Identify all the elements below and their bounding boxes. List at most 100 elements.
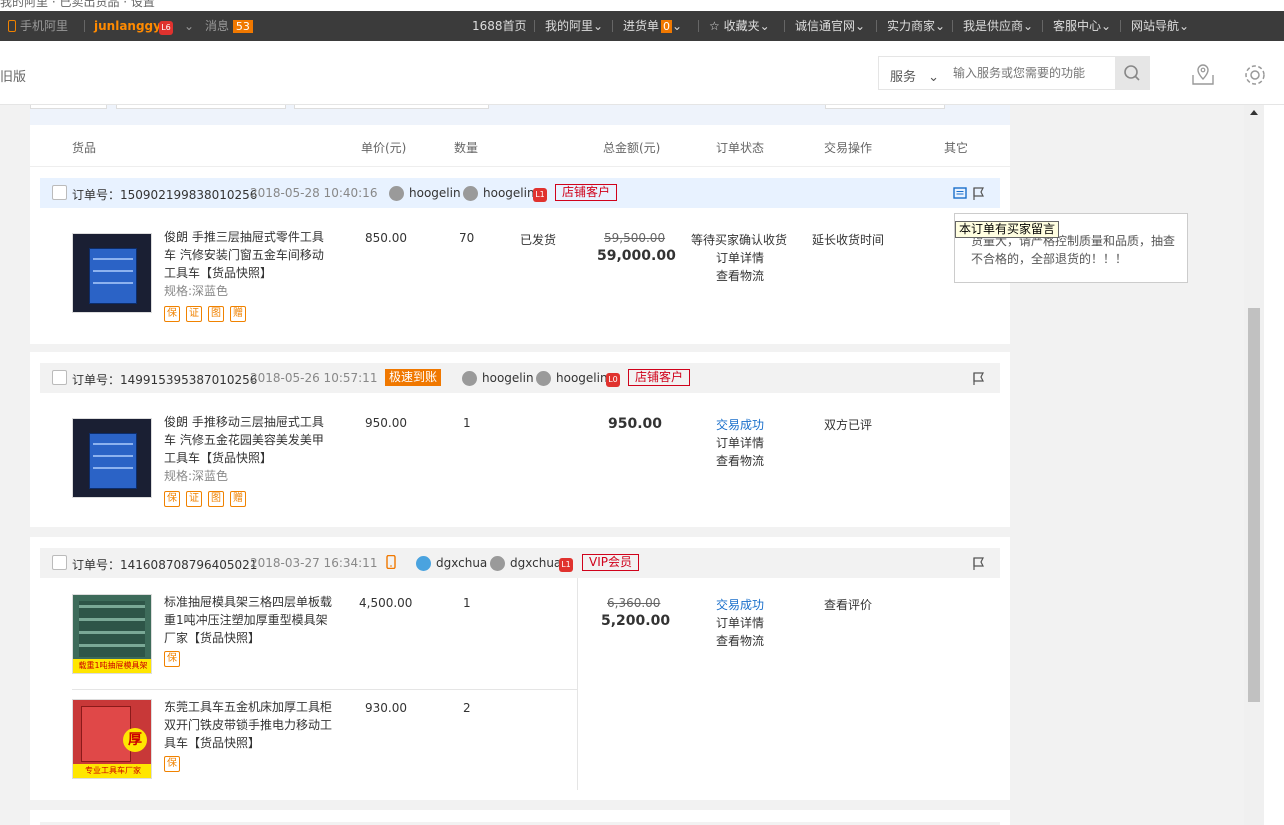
product-thumbnail[interactable]	[72, 233, 152, 313]
flag-note-icon[interactable]	[972, 187, 986, 201]
username-link[interactable]: junlanggy	[94, 11, 161, 41]
extend-receipt-link[interactable]: 延长收货时间	[812, 231, 884, 248]
snapshot-link[interactable]: 【货品快照】	[200, 451, 272, 465]
seller-name[interactable]: hoogelin	[556, 371, 608, 385]
col-unit-price: 单价(元)	[361, 141, 407, 155]
unit-price: 930.00	[365, 701, 407, 715]
order-detail-link[interactable]: 订单详情	[716, 249, 764, 266]
view-logistics-link[interactable]: 查看物流	[716, 452, 764, 469]
nav-home[interactable]: 1688首页	[472, 11, 527, 41]
guarantee-badge[interactable]: 保	[164, 651, 180, 667]
shipping-status: 已发货	[520, 233, 557, 247]
order-number[interactable]: 订单号：150902199838010256	[72, 186, 257, 203]
order-checkbox[interactable]	[52, 370, 67, 385]
filter-bar	[30, 105, 1010, 125]
product-thumbnail[interactable]	[72, 418, 152, 498]
order-status: 等待买家确认收货	[691, 233, 788, 247]
nav-supplier[interactable]: 我是供应商⌄	[963, 11, 1033, 41]
buyer-name[interactable]: dgxchua	[436, 556, 487, 570]
seller-name[interactable]: dgxchua	[510, 556, 561, 570]
guarantee-badge[interactable]: 保	[164, 306, 180, 322]
certificate-badge[interactable]: 证	[186, 491, 202, 507]
old-version-link[interactable]: 旧版	[0, 66, 26, 85]
unit-price: 4,500.00	[359, 596, 413, 610]
order-card: 订单号：141608708796405021 2018-03-27 16:34:…	[30, 537, 1010, 800]
image-badge[interactable]: 图	[208, 306, 224, 322]
product-thumbnail[interactable]: 载重1吨抽屉模具架	[72, 594, 152, 674]
filter-date-range[interactable]	[116, 105, 286, 109]
product-info: 东莞工具车五金机床加厚工具柜双开门铁皮带锁手推电力移动工具车【货品快照】 保	[164, 698, 332, 772]
guarantee-badge[interactable]: 保	[164, 491, 180, 507]
guarantee-badge[interactable]: 保	[164, 756, 180, 772]
mobile-order-icon	[386, 555, 396, 569]
nav-site-map[interactable]: 网站导航⌄	[1131, 11, 1189, 41]
search-button[interactable]	[1115, 56, 1150, 90]
scroll-up-arrow-icon[interactable]	[1250, 110, 1258, 115]
nav-cart-label: 进货单	[623, 19, 660, 33]
order-detail-link[interactable]: 订单详情	[716, 434, 764, 451]
scrollbar-thumb[interactable]	[1248, 308, 1260, 702]
certificate-badge[interactable]: 证	[186, 306, 202, 322]
buyer-name[interactable]: hoogelin	[409, 186, 461, 200]
gift-badge[interactable]: 赠	[230, 491, 246, 507]
mobile-link[interactable]: 手机阿里	[8, 11, 68, 41]
service-select-label: 服务	[890, 70, 917, 85]
gear-icon[interactable]	[1242, 62, 1268, 88]
filter-tab[interactable]	[30, 105, 107, 109]
nav-my-alibaba[interactable]: 我的阿里⌄	[545, 11, 603, 41]
nav-strong-merchant[interactable]: 实力商家⌄	[887, 11, 945, 41]
order-checkbox[interactable]	[52, 185, 67, 200]
nav-service-center[interactable]: 客服中心⌄	[1053, 11, 1111, 41]
seller-name[interactable]: hoogelin	[483, 186, 535, 200]
order-checkbox[interactable]	[52, 555, 67, 570]
messages-link[interactable]: 消息 53	[205, 11, 253, 41]
service-search-input[interactable]	[953, 59, 1115, 87]
snapshot-link[interactable]: 【货品快照】	[188, 736, 260, 750]
filter-search-button[interactable]	[825, 105, 945, 109]
flag-note-icon[interactable]	[972, 372, 986, 386]
view-logistics-link[interactable]: 查看物流	[716, 267, 764, 284]
nav-cxt[interactable]: 诚信通官网⌄	[795, 11, 865, 41]
gift-badge[interactable]: 赠	[230, 306, 246, 322]
order-number[interactable]: 订单号：141608708796405021	[72, 556, 257, 573]
col-other: 其它	[944, 141, 969, 155]
order-number[interactable]: 订单号：149915395387010256	[72, 371, 257, 388]
nav-cart[interactable]: 进货单 0 ⌄	[623, 11, 682, 41]
seller-avatar	[490, 556, 505, 571]
nav-site-map-label: 网站导航	[1131, 19, 1180, 33]
snapshot-link[interactable]: 【货品快照】	[188, 631, 260, 645]
trade-success-link[interactable]: 交易成功	[716, 416, 764, 433]
view-logistics-link[interactable]: 查看物流	[716, 632, 764, 649]
product-info: 俊朗 手推移动三层抽屉式工具车 汽修五金花园美容美发美甲工具车【货品快照】 规格…	[164, 413, 332, 507]
trade-success-link[interactable]: 交易成功	[716, 596, 764, 613]
nav-favorites[interactable]: ☆ 收藏夹⌄	[709, 11, 770, 41]
buyer-name[interactable]: hoogelin	[482, 371, 534, 385]
product-thumbnail[interactable]: 厚 专业工具车厂家	[72, 699, 152, 779]
order-detail-link[interactable]: 订单详情	[716, 614, 764, 631]
snapshot-link[interactable]: 【货品快照】	[200, 266, 272, 280]
buyer-message-tooltip: 本订单有买家留言	[955, 221, 1060, 238]
service-badges: 保	[164, 753, 332, 772]
column-header-row: 货品 单价(元) 数量 总金额(元) 订单状态 交易操作 其它	[30, 125, 1010, 167]
view-rating-link[interactable]: 查看评价	[824, 596, 872, 613]
original-total: 6,360.00	[607, 596, 661, 610]
scrollbar[interactable]	[1244, 105, 1264, 825]
order-total: 59,000.00	[597, 248, 676, 264]
seller-level-badge: L1	[533, 186, 547, 202]
service-select[interactable]: 服务 ⌄	[890, 66, 939, 85]
image-badge[interactable]: 图	[208, 491, 224, 507]
cart-count-badge: 0	[661, 20, 673, 33]
top-nav-bar: 手机阿里 junlanggy L6 ⌄ 消息 53 1688首页 我的阿里⌄ 进…	[0, 11, 1284, 41]
flag-note-icon[interactable]	[972, 557, 986, 571]
buyer-message-icon[interactable]	[953, 187, 967, 201]
order-card	[30, 810, 1010, 825]
original-total: 59,500.00	[604, 231, 666, 245]
map-location-icon[interactable]	[1190, 61, 1216, 87]
top-strip-text: 我的阿里 · 已卖出货品 · 设置	[0, 0, 155, 9]
chevron-down-icon: ⌄	[759, 19, 770, 33]
order-time: 2018-05-26 10:57:11	[250, 371, 378, 385]
service-badges: 保	[164, 648, 332, 667]
seller-level-badge: L0	[606, 371, 620, 387]
filter-keyword[interactable]	[294, 105, 489, 109]
chevron-down-icon[interactable]: ⌄	[184, 11, 194, 41]
